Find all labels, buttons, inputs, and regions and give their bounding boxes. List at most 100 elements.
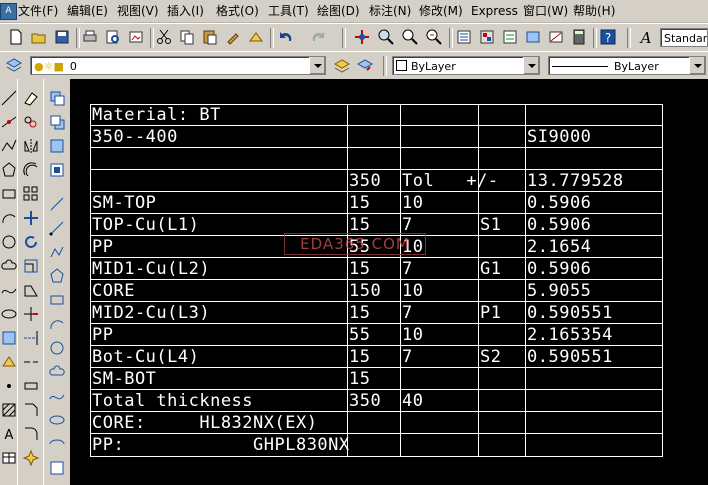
table-cell-c5: 0.590551: [527, 347, 613, 367]
chamfer-icon[interactable]: [22, 401, 40, 419]
rectangle-tool-icon[interactable]: [48, 291, 66, 309]
ellipse-tool-icon[interactable]: [48, 411, 66, 429]
point-icon[interactable]: [0, 377, 18, 395]
menu-edit[interactable]: 编辑(E): [67, 0, 108, 22]
polygon-tool-icon[interactable]: [48, 267, 66, 285]
trim-icon[interactable]: [22, 305, 40, 323]
offset-icon[interactable]: [22, 161, 40, 179]
join-icon[interactable]: [22, 377, 40, 395]
color-combo[interactable]: ByLayer: [392, 56, 540, 75]
drawing-canvas[interactable]: Material: BT 350--400 SI9000 350 Tol +/- 13.7…: [70, 79, 708, 485]
design-center-icon[interactable]: [477, 27, 497, 47]
line-tool-icon[interactable]: [48, 195, 66, 213]
ellipse-arc-icon[interactable]: [48, 435, 66, 453]
construction-line-icon[interactable]: [0, 113, 18, 131]
circle-tool-icon[interactable]: [48, 339, 66, 357]
explode-icon[interactable]: [22, 449, 40, 467]
print-preview-icon[interactable]: [103, 27, 123, 47]
layer-dropdown-arrow[interactable]: [309, 57, 325, 74]
fillet-icon[interactable]: [22, 425, 40, 443]
erase-icon[interactable]: [22, 89, 40, 107]
copy-object-icon[interactable]: [22, 113, 40, 131]
zoom-previous-icon[interactable]: [424, 27, 444, 47]
mirror-icon[interactable]: [22, 137, 40, 155]
linetype-dropdown-arrow[interactable]: [689, 57, 705, 74]
layer-previous-icon[interactable]: [355, 55, 375, 75]
line-icon[interactable]: [0, 89, 18, 107]
redo-icon[interactable]: [308, 27, 328, 47]
linetype-combo[interactable]: ByLayer: [548, 56, 706, 75]
arc-icon[interactable]: [0, 209, 18, 227]
text-style-icon[interactable]: A: [636, 27, 656, 47]
copy-icon[interactable]: [177, 27, 197, 47]
stretch-icon[interactable]: [22, 281, 40, 299]
cloud-tool-icon[interactable]: [48, 363, 66, 381]
table-cell-c2: 15: [349, 347, 371, 367]
properties-icon[interactable]: [454, 27, 474, 47]
help-icon[interactable]: ?: [598, 27, 618, 47]
menu-dimension[interactable]: 标注(N): [369, 0, 411, 22]
layer-manager-icon[interactable]: [4, 55, 24, 75]
print-icon[interactable]: [80, 27, 100, 47]
menu-modify[interactable]: 修改(M): [419, 0, 463, 22]
menu-express[interactable]: Express: [471, 0, 518, 22]
svg-text:A: A: [639, 29, 652, 47]
new-file-icon[interactable]: [6, 27, 26, 47]
color-dropdown-arrow[interactable]: [523, 57, 539, 74]
menu-help[interactable]: 帮助(H): [573, 0, 615, 22]
ray-icon[interactable]: [48, 219, 66, 237]
ellipse-icon[interactable]: [0, 305, 18, 323]
hatch-icon[interactable]: [0, 401, 18, 419]
app-icon[interactable]: A: [0, 3, 17, 20]
spline-tool-icon[interactable]: [48, 387, 66, 405]
polyline-tool-icon[interactable]: [48, 243, 66, 261]
menu-window[interactable]: 窗口(W): [523, 0, 568, 22]
make-block-icon[interactable]: [0, 353, 18, 371]
spline-icon[interactable]: [0, 281, 18, 299]
sheet-set-icon[interactable]: [523, 27, 543, 47]
break-icon[interactable]: [22, 353, 40, 371]
menu-tools[interactable]: 工具(T): [268, 0, 309, 22]
array-icon[interactable]: [22, 185, 40, 203]
rectangle-icon[interactable]: [0, 185, 18, 203]
layer-combo[interactable]: ●☼■ 0: [30, 56, 326, 75]
polygon-icon[interactable]: [0, 161, 18, 179]
publish-icon[interactable]: [126, 27, 146, 47]
rotate-icon[interactable]: [22, 233, 40, 251]
revision-cloud-icon[interactable]: [0, 257, 18, 275]
save-icon[interactable]: [52, 27, 72, 47]
menu-view[interactable]: 视图(V): [117, 0, 159, 22]
insert-block-icon[interactable]: [0, 329, 18, 347]
undo-icon[interactable]: [276, 27, 296, 47]
menu-insert[interactable]: 插入(I): [167, 0, 204, 22]
bring-to-front-icon[interactable]: [48, 89, 66, 107]
extend-icon[interactable]: [22, 329, 40, 347]
tool-palettes-icon[interactable]: [500, 27, 520, 47]
scale-icon[interactable]: [22, 257, 40, 275]
menu-file[interactable]: 文件(F): [18, 0, 58, 22]
menu-draw[interactable]: 绘图(D): [317, 0, 360, 22]
calculator-icon[interactable]: [569, 27, 589, 47]
menu-format[interactable]: 格式(O): [216, 0, 259, 22]
match-properties-icon[interactable]: [223, 27, 243, 47]
arc-tool-icon[interactable]: [48, 315, 66, 333]
make-object-layer-current-icon[interactable]: [332, 55, 352, 75]
cut-icon[interactable]: [154, 27, 174, 47]
pan-icon[interactable]: [352, 27, 372, 47]
send-to-back-icon[interactable]: [48, 113, 66, 131]
table-icon[interactable]: [0, 449, 18, 467]
move-icon[interactable]: [22, 209, 40, 227]
multiline-text-icon[interactable]: A: [0, 425, 18, 443]
paste-icon[interactable]: [200, 27, 220, 47]
zoom-window-icon[interactable]: [400, 27, 420, 47]
circle-icon[interactable]: [0, 233, 18, 251]
bring-above-icon[interactable]: [48, 137, 66, 155]
insert-tool-icon[interactable]: [48, 459, 66, 477]
send-under-icon[interactable]: [48, 161, 66, 179]
zoom-realtime-icon[interactable]: [376, 27, 396, 47]
open-file-icon[interactable]: [29, 27, 49, 47]
markup-icon[interactable]: [546, 27, 566, 47]
text-style-combo[interactable]: Standar: [660, 28, 708, 47]
polyline-icon[interactable]: [0, 137, 18, 155]
block-editor-icon[interactable]: [246, 27, 266, 47]
